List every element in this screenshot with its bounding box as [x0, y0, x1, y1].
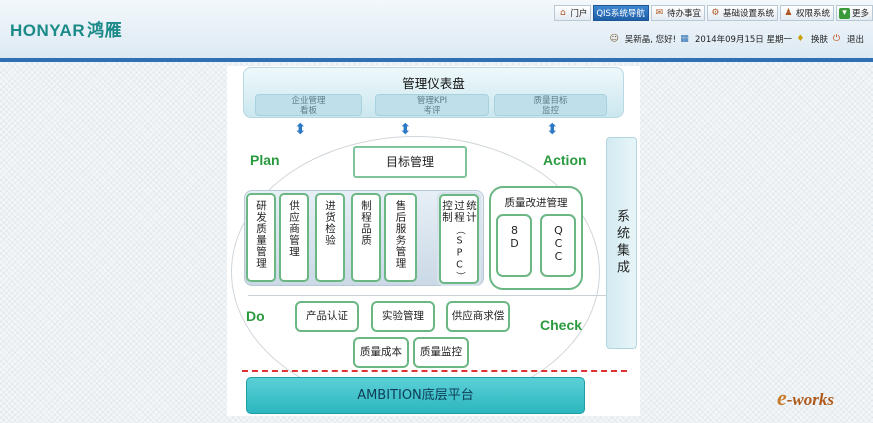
8d-button[interactable]: 8D	[496, 214, 532, 277]
skin-icon: ♦	[796, 33, 805, 44]
gear-icon: ⚙	[711, 7, 720, 18]
qcc-button[interactable]: QCC	[540, 214, 576, 277]
process-quality-button[interactable]: 制程品质	[351, 193, 381, 282]
home-icon: ⌂	[559, 7, 566, 18]
platform-divider	[242, 370, 627, 372]
quality-cost-button[interactable]: 质量成本	[353, 337, 409, 368]
nav-todo[interactable]: ✉ 待办事宜	[650, 5, 705, 21]
incoming-inspection-button[interactable]: 进货检验	[315, 193, 345, 282]
calendar-icon: ▦	[680, 33, 689, 44]
quality-monitor-button[interactable]: 质量监控	[413, 337, 469, 368]
user-greeting: 吴新晶, 您好!	[624, 35, 676, 45]
rd-quality-button[interactable]: 研发质量管理	[246, 193, 276, 282]
honyar-logo: HONYAR 鸿雁	[10, 21, 123, 40]
nav-qis-navigation[interactable]: QIS系统导航	[593, 5, 649, 21]
section-divider	[248, 295, 628, 296]
user-icon: ♟	[784, 7, 793, 18]
current-date: 2014年09月15日 星期一	[695, 35, 792, 45]
quality-improvement-title: 质量改进管理	[504, 197, 568, 209]
after-sales-button[interactable]: 售后服务管理	[384, 193, 417, 282]
top-nav: ⌂ 门户 QIS系统导航 ✉ 待办事宜 ⚙ 基础设置系统 ♟ 权限系统 ▾ 更多	[554, 5, 873, 21]
management-dashboard[interactable]: 管理仪表盘 企业管理 看板 管理KPI 考评 质量目标 监控	[243, 67, 624, 118]
up-down-arrow-icon: ⬍	[546, 120, 559, 138]
ambition-platform-button[interactable]: AMBITION底层平台	[246, 377, 585, 414]
goal-management-button[interactable]: 目标管理	[353, 146, 467, 178]
system-integration-button[interactable]: 系统集成	[606, 137, 637, 349]
user-bar: ☺ 吴新晶, 您好! ▦ 2014年09月15日 星期一 ♦ 换肤 ⏻ 退出	[609, 33, 864, 46]
label-check: Check	[540, 317, 583, 333]
lab-management-button[interactable]: 实验管理	[371, 301, 435, 332]
nav-more[interactable]: ▾ 更多	[835, 5, 873, 21]
quality-target-monitor[interactable]: 质量目标 监控	[494, 94, 607, 116]
product-cert-button[interactable]: 产品认证	[295, 301, 359, 332]
nav-portal[interactable]: ⌂ 门户	[554, 5, 592, 21]
enterprise-board[interactable]: 企业管理 看板	[255, 94, 362, 116]
spc-button[interactable]: 统计过程控制 （SPC）	[439, 194, 479, 284]
nav-basic-settings[interactable]: ⚙ 基础设置系统	[706, 5, 778, 21]
supplier-claim-button[interactable]: 供应商求偿	[446, 301, 510, 332]
user-avatar-icon: ☺	[609, 33, 619, 44]
supplier-management-button[interactable]: 供应商管理	[279, 193, 309, 282]
logout-icon: ⏻	[832, 33, 841, 44]
more-icon: ▾	[838, 7, 850, 19]
mail-icon: ✉	[655, 7, 664, 18]
dashboard-title: 管理仪表盘	[402, 76, 465, 91]
skin-link[interactable]: 换肤	[811, 33, 828, 45]
nav-permission[interactable]: ♟ 权限系统	[779, 5, 834, 21]
label-do: Do	[246, 308, 265, 324]
top-header: HONYAR 鸿雁 ⌂ 门户 QIS系统导航 ✉ 待办事宜 ⚙ 基础设置系统 ♟ 权限系统…	[0, 0, 873, 62]
eworks-watermark: e-works	[777, 385, 834, 410]
kpi-evaluation[interactable]: 管理KPI 考评	[375, 94, 489, 116]
label-action: Action	[543, 152, 587, 168]
logout-link[interactable]: 退出	[847, 33, 864, 45]
label-plan: Plan	[250, 152, 280, 168]
up-down-arrow-icon: ⬍	[294, 120, 307, 138]
